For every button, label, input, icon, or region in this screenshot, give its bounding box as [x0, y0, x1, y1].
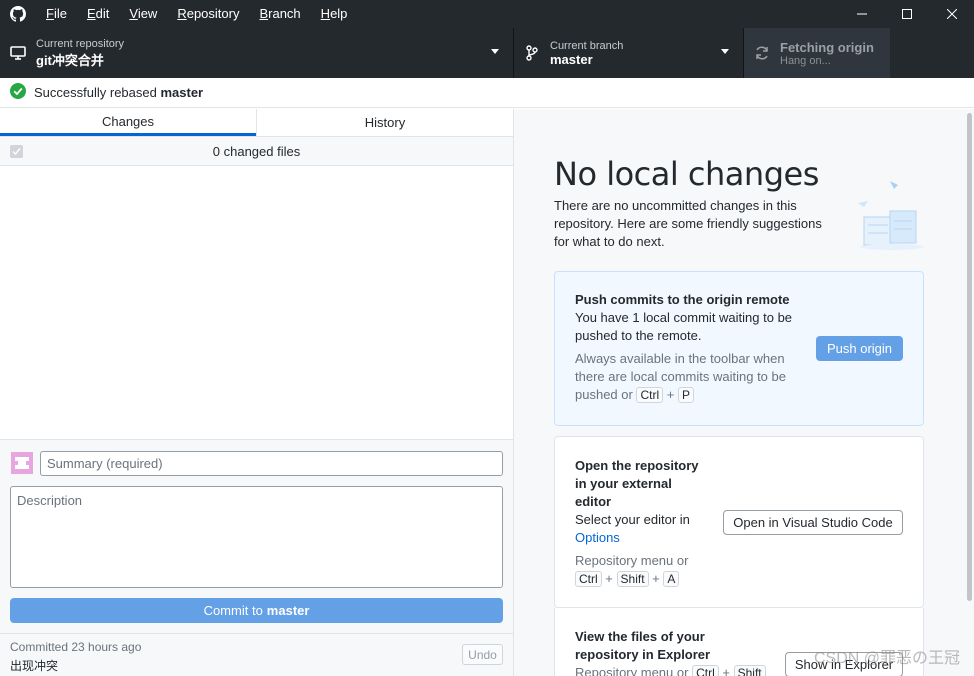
tab-bar: Changes History [0, 109, 513, 137]
menu-edit[interactable]: Edit [77, 0, 119, 28]
chevron-down-icon [491, 49, 499, 54]
branch-name: master [550, 51, 593, 67]
check-circle-icon [10, 83, 26, 102]
avatar [11, 452, 33, 474]
no-changes-panel: No local changes There are no uncommitte… [514, 109, 974, 676]
summary-input[interactable]: Summary (required) [40, 451, 503, 476]
open-in-vscode-button[interactable]: Open in Visual Studio Code [723, 510, 903, 535]
minimize-icon[interactable] [839, 0, 884, 28]
a-key: A [663, 571, 680, 587]
push-card-title: Push commits to the origin remote [575, 292, 790, 307]
page-title: No local changes [554, 155, 819, 193]
menu-bar: File Edit View Repository Branch Help [36, 0, 357, 28]
monitor-icon [0, 46, 36, 60]
branch-label: Current branch [550, 39, 624, 52]
github-logo-icon [0, 0, 36, 28]
select-all-checkbox[interactable] [10, 145, 23, 158]
tab-changes[interactable]: Changes [0, 109, 256, 136]
changed-files-count: 0 changed files [212, 143, 301, 159]
changed-files-list [0, 166, 513, 438]
p-key: P [677, 387, 694, 403]
shift-key: Shift [616, 571, 649, 587]
title-bar: File Edit View Repository Branch Help [0, 0, 974, 28]
explorer-card-hint: Repository menu or Ctrl + Shift [575, 664, 795, 676]
empty-state-illustration [854, 175, 926, 253]
ctrl-key: Ctrl [575, 571, 602, 587]
chevron-down-icon [721, 49, 729, 54]
last-commit-time: Committed 23 hours ago [10, 640, 142, 654]
push-commits-card: Push commits to the origin remote You ha… [554, 271, 924, 426]
commit-button[interactable]: Commit to master [10, 598, 503, 623]
options-link[interactable]: Options [575, 530, 620, 545]
scrollbar[interactable] [967, 113, 972, 601]
fetch-label: Fetching origin [780, 39, 874, 55]
branch-icon [514, 45, 550, 61]
sync-icon [744, 45, 780, 61]
tab-history[interactable]: History [256, 109, 513, 136]
current-repository-dropdown[interactable]: Current repository git冲突合并 [0, 28, 514, 78]
editor-card-text: Select your editor in Options [575, 512, 690, 545]
repository-label: Current repository [36, 37, 125, 50]
banner-text: Successfully rebased master [34, 85, 204, 100]
last-commit-message: 出现冲突 [10, 659, 59, 673]
page-subtitle: There are no uncommitted changes in this… [554, 198, 822, 249]
menu-branch[interactable]: Branch [249, 0, 310, 28]
push-origin-button[interactable]: Push origin [816, 336, 903, 361]
explorer-card-title: View the files of your repository in Exp… [575, 629, 711, 662]
menu-file[interactable]: File [36, 0, 77, 28]
push-card-text: You have 1 local commit waiting to be pu… [575, 310, 793, 343]
repository-name: git冲突合并 [36, 52, 104, 68]
last-commit-info: Committed 23 hours ago 出现冲突 Undo [0, 633, 513, 676]
success-banner: Successfully rebased master [0, 78, 974, 108]
maximize-icon[interactable] [884, 0, 929, 28]
fetch-status: Hang on... [780, 54, 831, 67]
toolbar: Current repository git冲突合并 Current branc… [0, 28, 974, 78]
shift-key: Shift [733, 665, 766, 676]
close-icon[interactable] [929, 0, 974, 28]
menu-view[interactable]: View [119, 0, 167, 28]
menu-repository[interactable]: Repository [167, 0, 249, 28]
open-editor-card: Open the repository in your external edi… [554, 436, 924, 608]
changed-files-header: 0 changed files [0, 137, 513, 166]
ctrl-key: Ctrl [692, 665, 719, 676]
changes-panel: Changes History 0 changed files Summary … [0, 109, 514, 676]
watermark: CSDN @罪恶の王冠 [813, 650, 960, 667]
undo-button[interactable]: Undo [462, 644, 503, 665]
push-card-hint: Always available in the toolbar when the… [575, 351, 786, 403]
fetch-origin-button[interactable]: Fetching origin Hang on... [744, 28, 890, 78]
window-controls [839, 0, 974, 28]
editor-card-hint: Repository menu or Ctrl + Shift + A [575, 553, 689, 587]
description-input[interactable]: Description [10, 486, 503, 588]
commit-form: Summary (required) Description Commit to… [0, 439, 513, 676]
menu-help[interactable]: Help [311, 0, 358, 28]
ctrl-key: Ctrl [636, 387, 664, 403]
editor-card-title: Open the repository in your external edi… [575, 458, 699, 509]
current-branch-dropdown[interactable]: Current branch master [514, 28, 744, 78]
